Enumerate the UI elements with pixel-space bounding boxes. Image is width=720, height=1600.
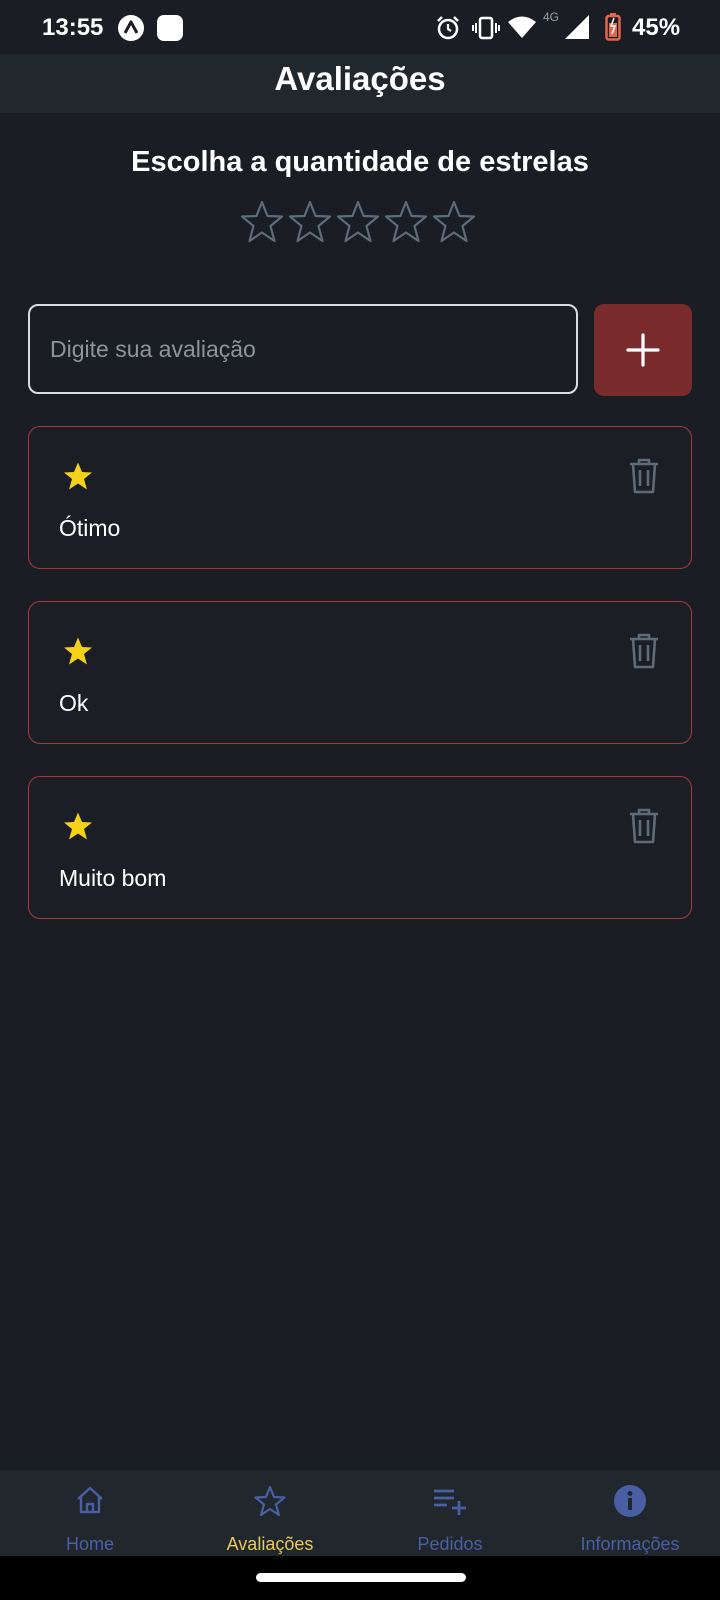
review-input-container [28, 304, 578, 394]
star-filled-icon [63, 811, 93, 846]
wifi-icon [508, 15, 536, 44]
trash-icon[interactable] [627, 457, 661, 500]
star-outline-icon[interactable] [240, 200, 284, 250]
info-icon [613, 1484, 647, 1523]
star-outline-icon[interactable] [384, 200, 428, 250]
status-bar: 13:55 4G 45% [0, 0, 720, 54]
nav-item-home[interactable]: Home [0, 1470, 180, 1556]
battery-percent: 45% [632, 14, 681, 41]
notification-app-icon [157, 15, 183, 46]
nav-label-informacoes: Informações [580, 1534, 680, 1554]
nav-item-pedidos[interactable]: Pedidos [360, 1470, 540, 1556]
star-outline-icon[interactable] [336, 200, 380, 250]
nav-label-home: Home [65, 1534, 114, 1554]
expo-app-icon [118, 15, 144, 46]
star-outline-icon[interactable] [432, 200, 476, 250]
playlist-add-icon [432, 1484, 468, 1521]
star-rating-picker [240, 200, 480, 250]
bottom-navigation: Home Avaliações Pedidos Informações [0, 1470, 720, 1556]
nav-item-informacoes[interactable]: Informações [540, 1470, 720, 1556]
nav-label-avaliacoes: Avaliações [226, 1534, 314, 1554]
review-card: Ok [28, 601, 692, 744]
home-icon [74, 1484, 106, 1521]
page-title: Avaliações [274, 60, 446, 97]
network-type: 4G [543, 10, 560, 24]
trash-icon[interactable] [627, 632, 661, 675]
rating-heading: Escolha a quantidade de estrelas [131, 146, 589, 178]
review-text: Muito bom [59, 865, 167, 891]
app-header: Avaliações [0, 54, 720, 113]
alarm-icon [435, 15, 461, 46]
cell-signal-icon [565, 15, 589, 44]
status-time: 13:55 [42, 14, 104, 41]
review-text: Ok [59, 690, 89, 716]
review-text: Ótimo [59, 515, 121, 541]
nav-label-pedidos: Pedidos [417, 1534, 483, 1554]
battery-icon [605, 13, 621, 46]
vibrate-icon [472, 15, 500, 46]
review-card: Ótimo [28, 426, 692, 569]
star-outline-icon[interactable] [288, 200, 332, 250]
star-outline-icon [253, 1484, 287, 1523]
nav-item-avaliacoes[interactable]: Avaliações [180, 1470, 360, 1556]
review-card: Muito bom [28, 776, 692, 919]
home-indicator[interactable] [256, 1573, 466, 1582]
review-input[interactable] [30, 306, 576, 392]
trash-icon[interactable] [627, 807, 661, 850]
star-filled-icon [63, 461, 93, 496]
star-filled-icon [63, 636, 93, 671]
plus-icon [626, 333, 660, 367]
add-review-button[interactable] [594, 304, 692, 396]
